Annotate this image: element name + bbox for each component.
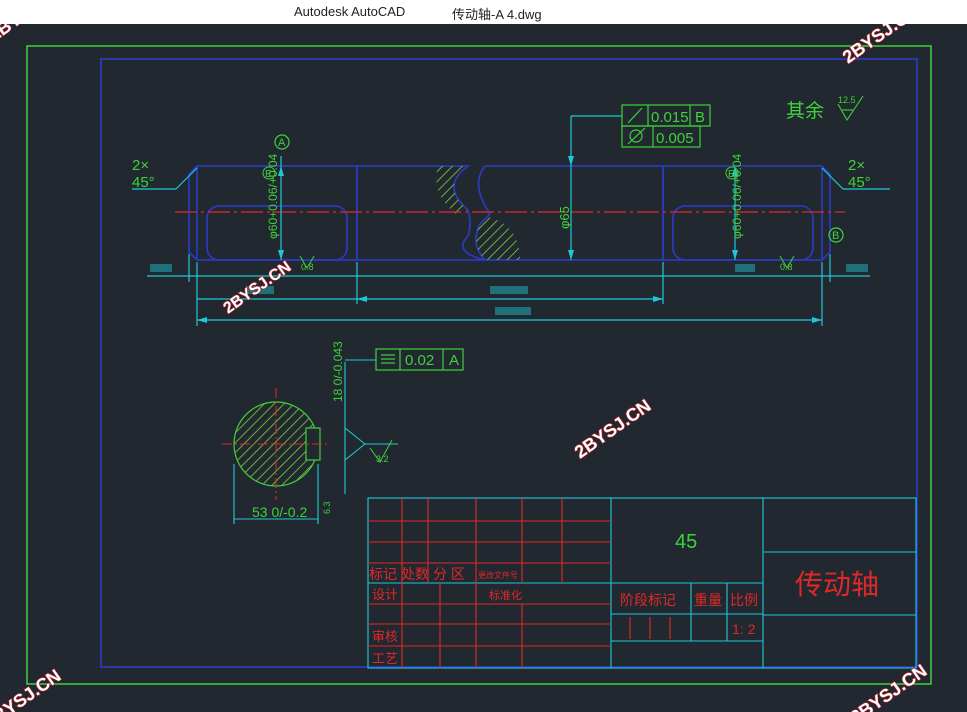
datum-a-label: A [278, 137, 286, 149]
review-label: 审核 [372, 629, 398, 644]
weight-label: 重量 [694, 592, 722, 608]
tolerance-symmetry-datum: A [449, 352, 459, 369]
keyway-depth-dim: 18 0/-0.043 [331, 341, 345, 402]
diameter-middle: φ65 [557, 206, 572, 229]
part-name: 传动轴 [795, 569, 879, 600]
diameter-right-bearing: φ60+0.06/+0.04 [730, 153, 744, 239]
roughness-other-label: 其余 [786, 100, 824, 122]
drawing-canvas[interactable]: 2× 45° 2× 45° A B E E φ60+0.06/+0.04 φ60… [0, 24, 967, 712]
chamfer-right-angle: 45° [848, 174, 871, 191]
roughness-key-value: 3.2 [376, 454, 389, 464]
rev-header-doc: 更改文件号 [478, 570, 518, 580]
window-title-bar: Autodesk AutoCAD 传动轴-A 4.dwg [0, 0, 967, 24]
rev-header-mark: 标记 [369, 566, 397, 582]
scale-value: 1: 2 [732, 621, 756, 637]
design-label: 设计 [372, 587, 398, 602]
process-label: 工艺 [372, 651, 398, 666]
document-title: 传动轴-A 4.dwg [452, 7, 542, 22]
diameter-left-bearing: φ60+0.06/+0.04 [266, 153, 280, 239]
keyway-width-dim: 53 0/-0.2 [252, 504, 307, 520]
watermark-shaft: 2BYSJ.CN [221, 258, 295, 317]
watermark-center: 2BYSJ.CN [571, 395, 655, 462]
section-hatch-upper [436, 166, 468, 216]
stage-mark-label: 阶段标记 [620, 592, 676, 608]
material-value: 45 [675, 531, 697, 553]
app-title: Autodesk AutoCAD [294, 4, 406, 19]
watermark-bottom-left: 2BYSJ.CN [0, 665, 64, 712]
roughness-left-value: 0.8 [301, 262, 314, 272]
watermark-top-left: 2BYSJ.CN [0, 24, 68, 45]
section-hatch-lower [476, 216, 520, 260]
roughness-right-value: 0.8 [780, 262, 793, 272]
roughness-key-side-value: 6.3 [322, 501, 332, 514]
datum-b-label: B [832, 230, 839, 242]
watermarks: 2BYSJ.CN 2BYSJ.CN 2BYSJ.CN 2BYSJ.CN 2BYS… [0, 24, 931, 712]
scale-label: 比例 [730, 592, 758, 608]
chamfer-left-count: 2× [132, 157, 149, 174]
rev-header-count: 处数 [401, 566, 429, 582]
standardize-label: 标准化 [489, 588, 522, 602]
rev-header-zone: 分 区 [433, 566, 465, 582]
tolerance-symmetry-value: 0.02 [405, 352, 434, 369]
roughness-other-value: 12.5 [838, 95, 856, 105]
tolerance-runout-value: 0.015 [651, 109, 689, 126]
chamfer-right-count: 2× [848, 157, 865, 174]
chamfer-left-angle: 45° [132, 174, 155, 191]
tolerance-runout-datum: B [695, 109, 705, 126]
tolerance-cylindricity-value: 0.005 [656, 130, 694, 147]
